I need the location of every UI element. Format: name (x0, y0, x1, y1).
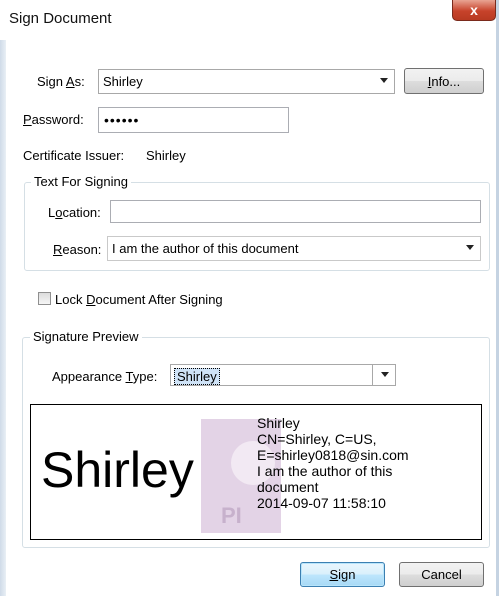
sign-button[interactable]: Sign (300, 562, 385, 587)
title-bar: Sign Document (0, 0, 499, 40)
location-label: Location: (48, 205, 101, 220)
signature-name-large: Shirley (41, 442, 194, 498)
signature-detail-line: document (257, 479, 319, 495)
watermark-text: PI (221, 503, 242, 528)
signature-details: Shirley CN=Shirley, C=US, E=shirley0818@… (257, 415, 409, 511)
reason-label: Reason: (53, 242, 102, 257)
sign-as-select[interactable]: Shirley (98, 69, 395, 94)
window-title: Sign Document (9, 10, 112, 27)
location-input[interactable] (110, 200, 481, 223)
close-icon: x (470, 2, 478, 18)
lock-document-label: Lock Document After Signing (55, 292, 223, 307)
chevron-down-icon (466, 245, 474, 250)
appearance-type-select[interactable]: Shirley (170, 364, 396, 386)
signature-detail-line: 2014-09-07 11:58:10 (257, 495, 386, 511)
signature-detail-line: I am the author of this (257, 463, 393, 479)
signature-preview-legend: Signature Preview (30, 329, 142, 344)
certificate-issuer-label: Certificate Issuer: (23, 148, 125, 163)
info-button[interactable]: Info... (404, 68, 484, 94)
certificate-issuer-value: Shirley (146, 148, 186, 163)
chevron-down-icon (381, 372, 389, 377)
signature-detail-line: CN=Shirley, C=US, (257, 431, 377, 447)
text-for-signing-legend: Text For Signing (31, 174, 131, 189)
select-divider (372, 365, 373, 385)
cancel-button[interactable]: Cancel (399, 562, 484, 587)
chevron-down-icon (380, 78, 388, 83)
signature-detail-line: Shirley (257, 415, 300, 431)
appearance-type-label: Appearance Type: (52, 369, 158, 384)
lock-document-checkbox[interactable] (38, 292, 51, 305)
close-button[interactable]: x (452, 0, 496, 21)
password-label: Password: (23, 112, 84, 127)
password-field[interactable]: •••••• (98, 107, 289, 133)
sign-as-label: Sign As: (37, 74, 85, 89)
window-left-border (0, 40, 6, 596)
signature-detail-line: E=shirley0818@sin.com (257, 447, 409, 463)
signature-preview-box: PI Shirley Shirley CN=Shirley, C=US, E=s… (30, 404, 482, 540)
reason-select[interactable]: I am the author of this document (107, 236, 481, 261)
